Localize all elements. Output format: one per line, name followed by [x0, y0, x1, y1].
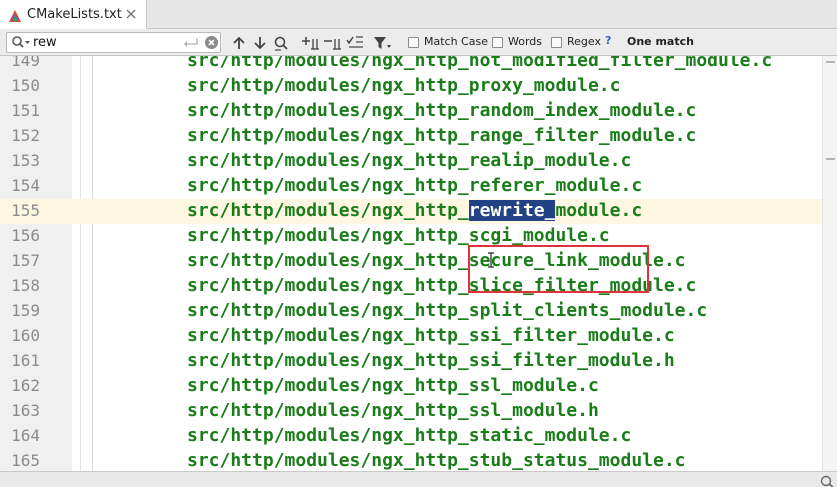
new-line-icon[interactable]	[183, 35, 201, 50]
code-line: 157 src/http/modules/ngx_http_secure_link…	[0, 249, 822, 274]
cmake-triangle-icon	[8, 8, 22, 22]
line-number: 159	[11, 301, 40, 320]
line-number: 152	[11, 126, 40, 145]
line-text: src/http/modules/ngx_http_ssi_filter_mod…	[187, 350, 675, 371]
clear-search-icon[interactable]	[204, 35, 219, 50]
add-occurrence-icon[interactable]	[301, 34, 321, 52]
line-number: 149	[11, 56, 40, 70]
line-text: src/http/modules/ngx_http_secure_link_mo…	[187, 250, 686, 271]
line-text: src/http/modules/ngx_http_proxy_module.c	[187, 75, 621, 96]
line-text: src/http/modules/ngx_http_range_filter_m…	[187, 125, 697, 146]
line-number: 158	[11, 276, 40, 295]
find-toolbar: Match Case Words Regex ? One match	[0, 29, 837, 56]
line-text: src/http/modules/ngx_http_static_module.…	[187, 425, 632, 446]
line-number: 163	[11, 401, 40, 420]
code-line: 161 src/http/modules/ngx_http_ssi_filter_…	[0, 349, 822, 374]
vertical-scrollbar[interactable]	[822, 56, 837, 471]
code-lines: 149 src/http/modules/ngx_http_not_modifie…	[0, 56, 822, 471]
regex-checkbox[interactable]	[551, 37, 562, 48]
line-number: 153	[11, 151, 40, 170]
scroll-marker	[826, 158, 835, 160]
line-number: 161	[11, 351, 40, 370]
line-text: src/http/modules/ngx_http_realip_module.…	[187, 150, 632, 171]
tab-cmakelists[interactable]: CMakeLists.txt	[0, 0, 147, 29]
regex-label[interactable]: Regex	[567, 35, 601, 48]
search-match-highlight[interactable]: rewrite_	[468, 200, 556, 221]
code-editor[interactable]: 149 src/http/modules/ngx_http_not_modifie…	[0, 56, 822, 471]
code-line: 151 src/http/modules/ngx_http_random_inde…	[0, 99, 822, 124]
code-line: 153 src/http/modules/ngx_http_realip_modu…	[0, 149, 822, 174]
event-log-icon[interactable]	[820, 473, 834, 487]
code-line: 154 src/http/modules/ngx_http_referer_mod…	[0, 174, 822, 199]
scroll-marker	[826, 61, 835, 63]
remove-occurrence-icon[interactable]	[323, 34, 343, 52]
line-text: src/http/modules/ngx_http_slice_filter_m…	[187, 275, 697, 296]
line-text: src/http/modules/ngx_http_rewrite_module…	[187, 200, 642, 221]
words-checkbox[interactable]	[492, 37, 503, 48]
select-all-occurrences-icon[interactable]	[345, 34, 365, 52]
line-text: src/http/modules/ngx_http_stub_status_mo…	[187, 450, 686, 471]
line-number: 162	[11, 376, 40, 395]
line-number: 155	[11, 201, 40, 220]
code-line: 159 src/http/modules/ngx_http_split_clien…	[0, 299, 822, 324]
line-text: src/http/modules/ngx_http_referer_module…	[187, 175, 643, 196]
line-text: src/http/modules/ngx_http_ssi_filter_mod…	[187, 325, 675, 346]
match-case-checkbox[interactable]	[408, 37, 419, 48]
code-line: 149 src/http/modules/ngx_http_not_modifie…	[0, 56, 822, 74]
code-line: 150 src/http/modules/ngx_http_proxy_modul…	[0, 74, 822, 99]
line-number: 165	[11, 451, 40, 470]
line-text: src/http/modules/ngx_http_scgi_module.c	[187, 225, 610, 246]
code-line: 158 src/http/modules/ngx_http_slice_filte…	[0, 274, 822, 299]
line-number: 156	[11, 226, 40, 245]
words-label[interactable]: Words	[508, 35, 542, 48]
line-number: 151	[11, 101, 40, 120]
code-line: 163 src/http/modules/ngx_http_ssl_module.…	[0, 399, 822, 424]
search-history-icon[interactable]	[11, 35, 31, 50]
code-line: 165 src/http/modules/ngx_http_stub_status…	[0, 449, 822, 471]
line-text: src/http/modules/ngx_http_split_clients_…	[187, 300, 708, 321]
previous-occurrence-icon[interactable]	[231, 34, 247, 52]
current-code-line: 155 src/http/modules/ngx_http_rewrite_mod…	[0, 199, 822, 224]
code-line: 162 src/http/modules/ngx_http_ssl_module.…	[0, 374, 822, 399]
next-occurrence-icon[interactable]	[252, 34, 268, 52]
close-tab-icon[interactable]	[124, 7, 138, 21]
filter-icon[interactable]	[372, 34, 392, 52]
code-line: 160 src/http/modules/ngx_http_ssi_filter_…	[0, 324, 822, 349]
code-line: 152 src/http/modules/ngx_http_range_filte…	[0, 124, 822, 149]
line-text-before-match: src/http/modules/ngx_http_	[187, 200, 469, 221]
line-text: src/http/modules/ngx_http_ssl_module.h	[187, 400, 599, 421]
line-number: 164	[11, 426, 40, 445]
tab-title: CMakeLists.txt	[27, 7, 122, 22]
line-number: 157	[11, 251, 40, 270]
search-field[interactable]	[6, 32, 221, 53]
line-number: 160	[11, 326, 40, 345]
find-all-icon[interactable]	[272, 34, 290, 52]
line-number: 150	[11, 76, 40, 95]
match-count: One match	[627, 35, 694, 48]
editor-tab-bar: CMakeLists.txt	[0, 0, 837, 29]
search-input[interactable]	[33, 34, 173, 51]
line-number: 154	[11, 176, 40, 195]
text-cursor-icon	[487, 252, 495, 268]
code-line: 156 src/http/modules/ngx_http_scgi_module…	[0, 224, 822, 249]
line-text-after-match: module.c	[555, 200, 643, 221]
status-bar	[0, 471, 837, 487]
line-text: src/http/modules/ngx_http_not_modified_f…	[187, 56, 773, 71]
code-line: 164 src/http/modules/ngx_http_static_modu…	[0, 424, 822, 449]
regex-help-link[interactable]: ?	[605, 34, 611, 47]
line-text: src/http/modules/ngx_http_random_index_m…	[187, 100, 697, 121]
line-text: src/http/modules/ngx_http_ssl_module.c	[187, 375, 599, 396]
match-case-label[interactable]: Match Case	[424, 35, 488, 48]
